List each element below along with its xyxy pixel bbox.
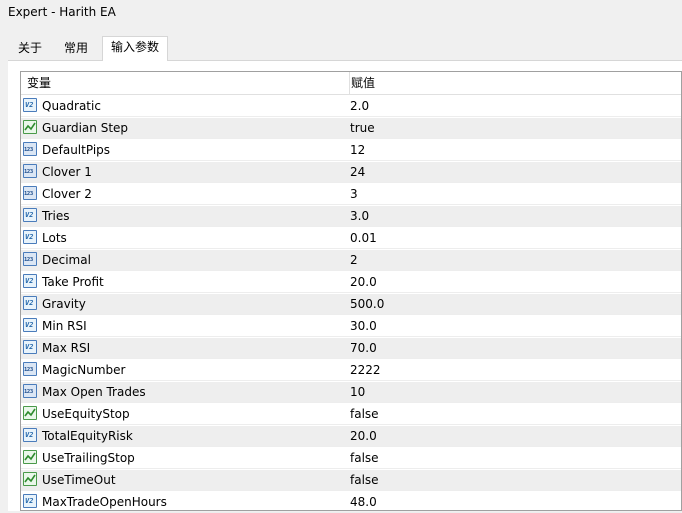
- double-type-icon: V2: [23, 318, 37, 332]
- table-row[interactable]: UseTimeOut false: [21, 470, 681, 491]
- parameter-name: MagicNumber: [42, 363, 126, 377]
- int-type-icon: 123: [23, 142, 37, 156]
- window-title: Expert - Harith EA: [8, 5, 116, 19]
- table-body: V2 Quadratic 2.0 Guardian Step true 123 Defaul…: [21, 96, 681, 513]
- parameter-value[interactable]: false: [349, 470, 379, 490]
- int-type-icon: 123: [23, 186, 37, 200]
- double-type-icon: V2: [23, 340, 37, 354]
- parameter-value[interactable]: 20.0: [349, 426, 377, 446]
- double-type-icon: V2: [23, 428, 37, 442]
- table-row[interactable]: V2 Take Profit 20.0: [21, 272, 681, 293]
- table-row[interactable]: 123 Decimal 2: [21, 250, 681, 271]
- table-row[interactable]: V2 Min RSI 30.0: [21, 316, 681, 337]
- table-row[interactable]: V2 TotalEquityRisk 20.0: [21, 426, 681, 447]
- table-row[interactable]: UseTrailingStop false: [21, 448, 681, 469]
- parameter-name: UseEquityStop: [42, 407, 130, 421]
- table-row[interactable]: Guardian Step true: [21, 118, 681, 139]
- table-row[interactable]: V2 Quadratic 2.0: [21, 96, 681, 117]
- bool-type-icon: [23, 406, 37, 420]
- parameter-value[interactable]: 12: [349, 140, 365, 160]
- parameter-name: Max RSI: [42, 341, 91, 355]
- double-type-icon: V2: [23, 274, 37, 288]
- tab-common[interactable]: 常用: [56, 38, 96, 58]
- parameter-value[interactable]: 30.0: [349, 316, 377, 336]
- parameter-name: DefaultPips: [42, 143, 111, 157]
- int-type-icon: 123: [23, 252, 37, 266]
- double-type-icon: V2: [23, 208, 37, 222]
- parameter-name: Decimal: [42, 253, 91, 267]
- table-row[interactable]: V2 Max RSI 70.0: [21, 338, 681, 359]
- parameters-table[interactable]: 变量 赋值 V2 Quadratic 2.0 Guardian Step true 123…: [20, 71, 682, 513]
- column-header-variable[interactable]: 变量: [27, 72, 51, 94]
- parameter-value[interactable]: 20.0: [349, 272, 377, 292]
- parameter-name: Lots: [42, 231, 67, 245]
- parameter-value[interactable]: 2.0: [349, 96, 369, 116]
- table-row[interactable]: 123 Clover 2 3: [21, 184, 681, 205]
- parameter-name: Gravity: [42, 297, 86, 311]
- parameter-value[interactable]: 48.0: [349, 492, 377, 512]
- bool-type-icon: [23, 450, 37, 464]
- parameter-value[interactable]: false: [349, 404, 379, 424]
- table-row[interactable]: V2 Lots 0.01: [21, 228, 681, 249]
- parameter-name: MaxTradeOpenHours: [42, 495, 167, 509]
- table-row[interactable]: V2 Tries 3.0: [21, 206, 681, 227]
- parameter-name: Tries: [42, 209, 70, 223]
- parameter-name: Min RSI: [42, 319, 87, 333]
- bool-type-icon: [23, 120, 37, 134]
- table-row[interactable]: 123 MagicNumber 2222: [21, 360, 681, 381]
- parameter-name: TotalEquityRisk: [42, 429, 133, 443]
- parameter-value[interactable]: 3: [349, 184, 358, 204]
- parameter-value[interactable]: 0.01: [349, 228, 377, 248]
- parameter-name: Clover 2: [42, 187, 92, 201]
- column-header-value[interactable]: 赋值: [349, 72, 375, 94]
- table-header: 变量 赋值: [21, 72, 681, 95]
- parameter-value[interactable]: true: [349, 118, 375, 138]
- double-type-icon: V2: [23, 494, 37, 508]
- table-row[interactable]: 123 Max Open Trades 10: [21, 382, 681, 403]
- parameter-name: UseTrailingStop: [42, 451, 135, 465]
- tab-strip: 关于 常用 输入参数: [0, 36, 682, 61]
- parameter-value[interactable]: false: [349, 448, 379, 468]
- parameter-name: Guardian Step: [42, 121, 129, 135]
- parameter-name: Take Profit: [42, 275, 104, 289]
- bool-type-icon: [23, 472, 37, 486]
- double-type-icon: V2: [23, 296, 37, 310]
- parameter-value[interactable]: 70.0: [349, 338, 377, 358]
- inputs-panel: 变量 赋值 V2 Quadratic 2.0 Guardian Step true 123…: [8, 60, 682, 513]
- parameter-name: UseTimeOut: [42, 473, 116, 487]
- table-row[interactable]: UseEquityStop false: [21, 404, 681, 425]
- table-row[interactable]: 123 Clover 1 24: [21, 162, 681, 183]
- parameter-name: Clover 1: [42, 165, 92, 179]
- int-type-icon: 123: [23, 384, 37, 398]
- table-row[interactable]: 123 DefaultPips 12: [21, 140, 681, 161]
- double-type-icon: V2: [23, 230, 37, 244]
- title-bar: Expert - Harith EA: [0, 0, 682, 28]
- parameter-value[interactable]: 10: [349, 382, 365, 402]
- parameter-name: Quadratic: [42, 99, 101, 113]
- int-type-icon: 123: [23, 362, 37, 376]
- parameter-value[interactable]: 2: [349, 250, 358, 270]
- int-type-icon: 123: [23, 164, 37, 178]
- parameter-value[interactable]: 2222: [349, 360, 381, 380]
- tab-inputs[interactable]: 输入参数: [102, 36, 169, 61]
- parameter-value[interactable]: 3.0: [349, 206, 369, 226]
- double-type-icon: V2: [23, 98, 37, 112]
- tab-about[interactable]: 关于: [10, 38, 50, 58]
- parameter-name: Max Open Trades: [42, 385, 146, 399]
- table-row[interactable]: V2 Gravity 500.0: [21, 294, 681, 315]
- parameter-value[interactable]: 500.0: [349, 294, 384, 314]
- parameter-value[interactable]: 24: [349, 162, 365, 182]
